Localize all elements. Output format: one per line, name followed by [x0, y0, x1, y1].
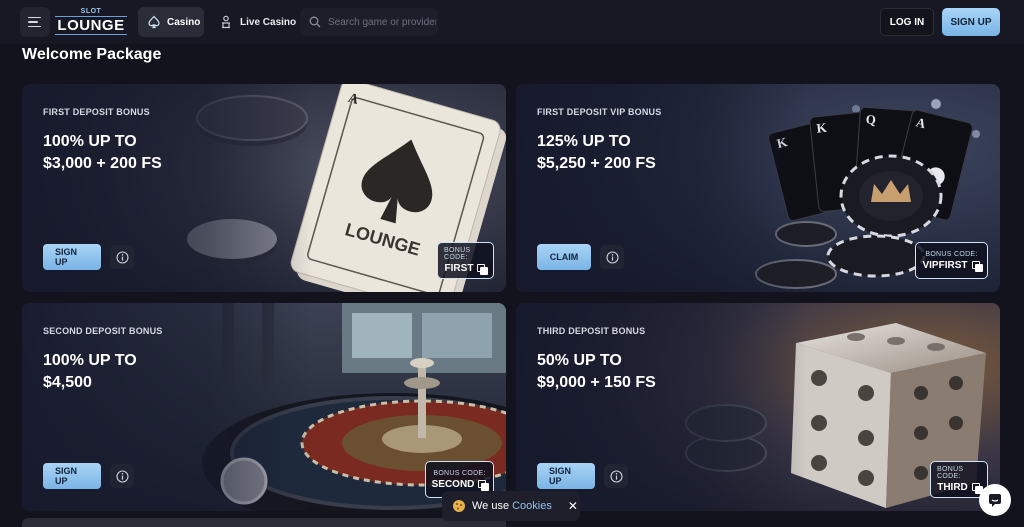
- card-label: THIRD DEPOSIT BONUS: [537, 326, 646, 336]
- bonus-card-second-deposit: SECOND DEPOSIT BONUS 100% UP TO $4,500 S…: [22, 303, 506, 511]
- spade-icon: [148, 15, 160, 29]
- card-headline: 50% UP TO $9,000 + 150 FS: [537, 352, 656, 391]
- cookies-link[interactable]: Cookies: [512, 500, 552, 512]
- bonus-code-text: SECOND: [431, 478, 475, 490]
- card-headline: 100% UP TO $4,500: [43, 352, 137, 391]
- login-button[interactable]: LOG IN: [880, 8, 934, 36]
- chat-button[interactable]: [979, 484, 1011, 516]
- info-icon: [115, 250, 129, 264]
- nav-live-casino[interactable]: Live Casino: [216, 7, 296, 37]
- signup-button[interactable]: SIGN UP: [942, 8, 1000, 36]
- bonus-code-label: BONUS CODE:: [444, 247, 471, 261]
- copy-icon[interactable]: [971, 483, 983, 494]
- card-claim-button[interactable]: CLAIM: [537, 244, 591, 270]
- info-icon: [115, 469, 129, 483]
- info-button[interactable]: [110, 464, 134, 488]
- info-button[interactable]: [600, 245, 624, 269]
- logo-main-text: LOUNGE: [55, 16, 127, 35]
- search-icon: [309, 16, 321, 28]
- card-headline: 125% UP TO $5,250 + 200 FS: [537, 133, 656, 172]
- card-label: FIRST DEPOSIT VIP BONUS: [537, 107, 662, 117]
- bonus-code-value: SECOND: [431, 478, 490, 491]
- info-button[interactable]: [604, 464, 628, 488]
- bonus-code-value: VIPFIRST: [922, 259, 983, 272]
- bonus-code-label: BONUS CODE:: [433, 469, 486, 477]
- info-icon: [605, 250, 619, 264]
- card-label: SECOND DEPOSIT BONUS: [43, 326, 163, 336]
- card-headline: 100% UP TO $3,000 + 200 FS: [43, 133, 162, 172]
- close-icon[interactable]: ✕: [568, 499, 578, 513]
- card-signup-button[interactable]: SIGN UP: [537, 463, 595, 489]
- nav-casino-label: Casino: [167, 16, 201, 28]
- bonus-code-value: THIRD: [937, 482, 983, 494]
- bonus-code-box[interactable]: BONUS CODE: FIRST: [437, 242, 494, 279]
- copy-icon[interactable]: [478, 479, 490, 491]
- logo[interactable]: SLOT LOUNGE: [55, 8, 127, 35]
- menu-icon-bar: [28, 21, 38, 23]
- search-input[interactable]: [328, 16, 436, 28]
- dealer-icon: [222, 15, 230, 29]
- search-box[interactable]: [300, 8, 438, 36]
- bonus-code-text: THIRD: [937, 482, 968, 493]
- menu-icon-bar: [28, 25, 41, 28]
- bonus-card-first-deposit-vip: K K Q A FIRST DEPOSIT VIP BONUS 125% UP …: [516, 84, 1000, 292]
- page-title: Welcome Package: [22, 46, 162, 63]
- nav-live-casino-label: Live Casino: [240, 16, 297, 28]
- card-signup-button[interactable]: SIGN UP: [43, 463, 101, 489]
- nav-casino[interactable]: Casino: [138, 7, 204, 37]
- cookie-banner: We use Cookies ✕: [442, 491, 580, 521]
- card-label: FIRST DEPOSIT BONUS: [43, 107, 150, 117]
- menu-button[interactable]: [20, 7, 50, 37]
- bonus-card-third-deposit: THIRD DEPOSIT BONUS 50% UP TO $9,000 + 1…: [516, 303, 1000, 511]
- copy-icon[interactable]: [477, 264, 489, 275]
- bonus-code-box[interactable]: BONUS CODE: THIRD: [930, 461, 988, 498]
- next-card-edge: [22, 518, 506, 527]
- bonus-code-label: BONUS CODE:: [925, 250, 978, 258]
- bonus-code-value: FIRST: [444, 263, 489, 275]
- bonus-code-box[interactable]: BONUS CODE: VIPFIRST: [915, 242, 988, 279]
- bonus-card-first-deposit: LOUNGE A FIRST DEPOSIT BONUS 100% UP TO …: [22, 84, 506, 292]
- menu-icon-bar: [28, 16, 41, 19]
- logo-top-text: SLOT: [80, 8, 102, 15]
- bonus-code-text: VIPFIRST: [922, 259, 968, 271]
- info-icon: [609, 469, 623, 483]
- copy-icon[interactable]: [971, 260, 983, 272]
- cookie-text: We use: [472, 500, 510, 512]
- chat-icon: [989, 494, 1001, 507]
- card-signup-button[interactable]: SIGN UP: [43, 244, 101, 270]
- top-header: SLOT LOUNGE Casino Live Casino LOG IN SI…: [0, 0, 1024, 44]
- bonus-code-text: FIRST: [444, 263, 474, 274]
- info-button[interactable]: [110, 245, 134, 269]
- bonus-code-label: BONUS CODE:: [937, 466, 964, 480]
- cookie-icon: [453, 500, 465, 512]
